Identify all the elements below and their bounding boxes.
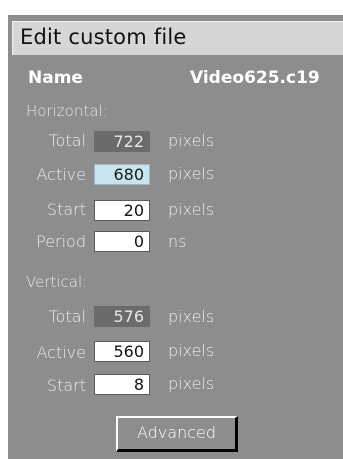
horizontal-active-unit: pixels [168, 164, 215, 183]
vertical-start-label: Start [46, 376, 86, 395]
vertical-total-field: 576 [94, 306, 150, 327]
horizontal-active-label: Active [36, 165, 87, 184]
horizontal-start-unit: pixels [168, 200, 215, 219]
advanced-button[interactable]: Advanced [116, 416, 238, 452]
horizontal-start-field[interactable]: 20 [94, 200, 150, 221]
name-label: Name [28, 68, 83, 88]
horizontal-period-field[interactable]: 0 [94, 231, 150, 252]
vertical-start-unit: pixels [168, 374, 215, 393]
horizontal-total-field: 722 [94, 131, 150, 152]
dialog-title-bar: Edit custom file [12, 21, 343, 55]
vertical-total-unit: pixels [168, 307, 215, 326]
horizontal-total-label: Total [48, 131, 86, 150]
horizontal-period-unit: ns [168, 232, 187, 251]
vertical-total-label: Total [48, 307, 86, 326]
horizontal-total-unit: pixels [168, 131, 215, 150]
dialog-title: Edit custom file [20, 25, 187, 49]
edit-custom-file-dialog: Edit custom file Name Video625.c19 Horiz… [8, 15, 343, 459]
vertical-active-field[interactable]: 560 [94, 341, 150, 362]
file-name-value: Video625.c19 [190, 68, 320, 88]
vertical-section-heading: Vertical: [26, 273, 88, 291]
vertical-start-field[interactable]: 8 [94, 374, 150, 395]
vertical-active-unit: pixels [168, 341, 215, 360]
vertical-active-label: Active [36, 343, 87, 362]
horizontal-start-label: Start [46, 200, 86, 219]
horizontal-active-field[interactable]: 680 [94, 164, 150, 185]
horizontal-section-heading: Horizontal: [26, 102, 108, 120]
horizontal-period-label: Period [36, 232, 86, 251]
